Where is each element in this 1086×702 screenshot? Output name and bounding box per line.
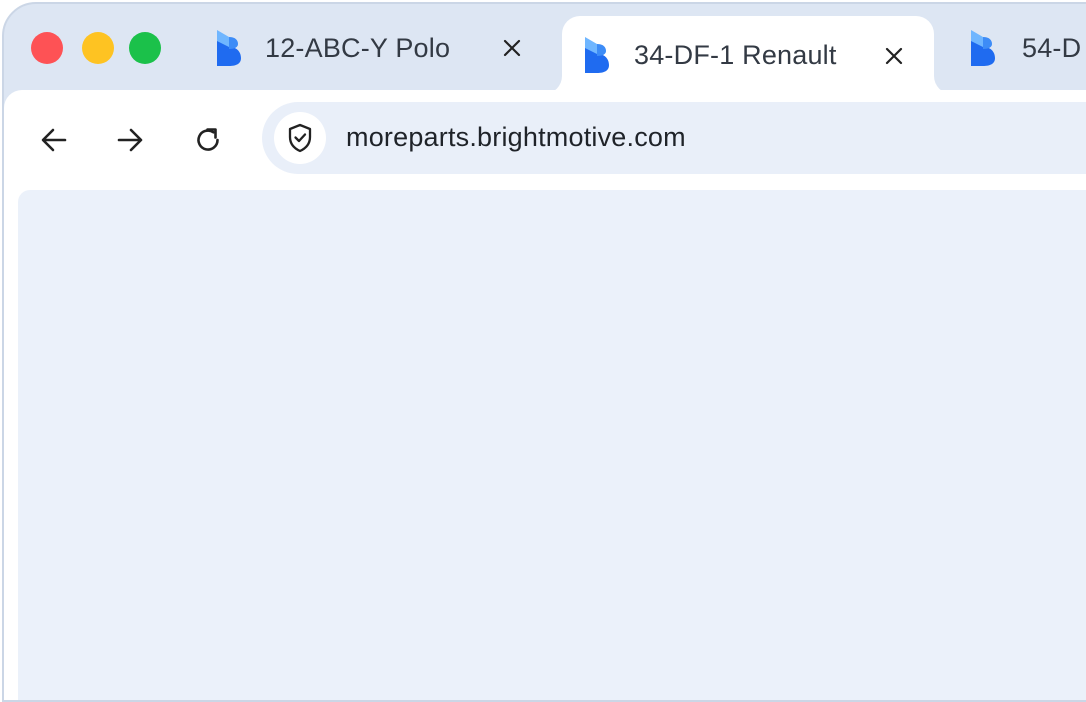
browser-content-frame: moreparts.brightmotive.com [4,90,1086,700]
brightmotive-logo-icon [585,37,609,73]
tab-54-d[interactable]: 54-D [952,16,1086,80]
shield-check-icon [288,123,312,153]
address-bar[interactable]: moreparts.brightmotive.com [262,102,1086,174]
reload-button[interactable] [190,122,226,158]
close-tab-icon[interactable] [882,44,906,68]
arrow-left-icon [41,128,67,152]
window-minimize-button[interactable] [82,32,114,64]
back-button[interactable] [36,122,72,158]
reload-icon [197,128,219,151]
window-maximize-button[interactable] [129,32,161,64]
tab-12-abc-y-polo[interactable]: 12-ABC-Y Polo [200,16,550,80]
tab-strip: 12-ABC-Y Polo 34-DF-1 Renault 54-D [4,4,1086,94]
arrow-right-icon [117,128,143,152]
browser-window: 12-ABC-Y Polo 34-DF-1 Renault 54-D morep… [2,2,1086,702]
brightmotive-logo-icon [971,30,995,66]
navigation-toolbar: moreparts.brightmotive.com [4,90,1086,192]
window-close-button[interactable] [31,32,63,64]
tab-title: 54-D [1022,32,1082,63]
tab-34-df-1-renault[interactable]: 34-DF-1 Renault [562,16,934,94]
page-viewport [18,190,1086,700]
url-text[interactable]: moreparts.brightmotive.com [346,122,686,153]
brightmotive-logo-icon [217,30,241,66]
tab-title: 34-DF-1 Renault [634,39,837,70]
close-tab-icon[interactable] [500,36,524,60]
tab-title: 12-ABC-Y Polo [265,32,451,63]
forward-button[interactable] [112,122,148,158]
site-security-button[interactable] [274,112,326,164]
